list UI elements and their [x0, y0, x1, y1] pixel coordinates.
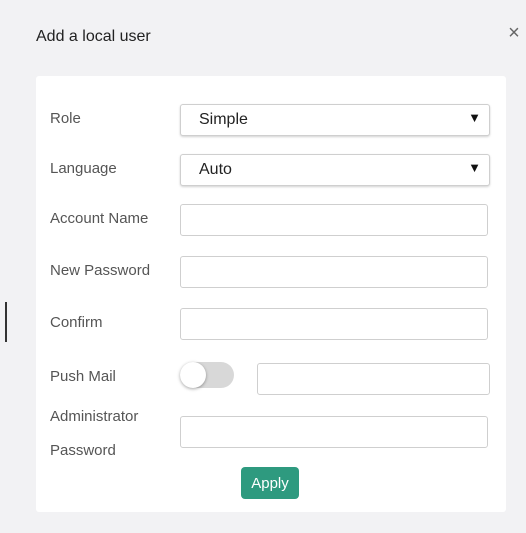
- role-selected-value: Simple: [199, 111, 248, 128]
- language-select[interactable]: Auto ▼: [180, 154, 490, 186]
- form-card: Role Simple ▼ Language Auto ▼ Account Na…: [36, 76, 506, 512]
- language-selected-value: Auto: [199, 161, 232, 178]
- role-select[interactable]: Simple ▼: [180, 104, 490, 136]
- administrator-password-label-line2: Password: [50, 442, 116, 459]
- push-mail-label: Push Mail: [50, 368, 116, 385]
- confirm-label: Confirm: [50, 314, 103, 331]
- account-name-input[interactable]: [180, 204, 488, 236]
- window-edge-marker: [5, 302, 7, 342]
- new-password-input[interactable]: [180, 256, 488, 288]
- chevron-down-icon: ▼: [468, 160, 481, 175]
- add-local-user-dialog: Add a local user × Role Simple ▼ Languag…: [0, 0, 526, 533]
- chevron-down-icon: ▼: [468, 110, 481, 125]
- language-label: Language: [50, 160, 117, 177]
- push-mail-toggle[interactable]: [180, 362, 234, 388]
- confirm-password-input[interactable]: [180, 308, 488, 340]
- push-mail-input[interactable]: [257, 363, 490, 395]
- dialog-title: Add a local user: [36, 28, 151, 45]
- account-name-label: Account Name: [50, 210, 149, 227]
- new-password-label: New Password: [50, 262, 151, 279]
- role-label: Role: [50, 110, 81, 127]
- administrator-password-input[interactable]: [180, 416, 488, 448]
- apply-button[interactable]: Apply: [241, 467, 299, 499]
- administrator-password-label-line1: Administrator: [50, 408, 139, 425]
- toggle-knob: [180, 362, 206, 388]
- close-icon[interactable]: ×: [505, 22, 523, 44]
